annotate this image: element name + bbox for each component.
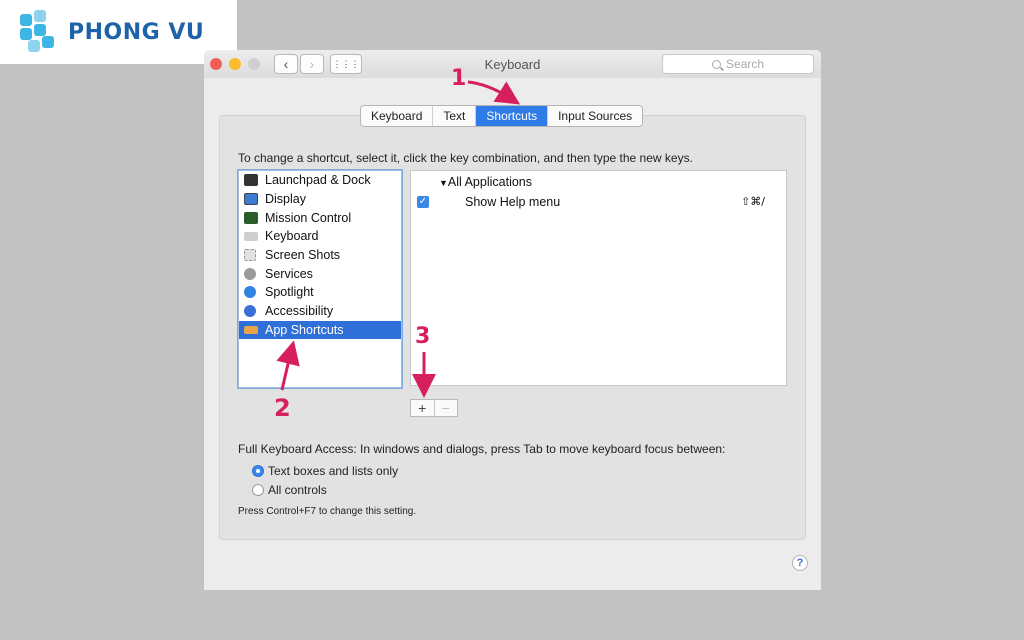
annotation-arrow-1 [467, 80, 521, 105]
annotation-arrows [276, 80, 521, 398]
annotation-arrow-2 [276, 340, 300, 391]
